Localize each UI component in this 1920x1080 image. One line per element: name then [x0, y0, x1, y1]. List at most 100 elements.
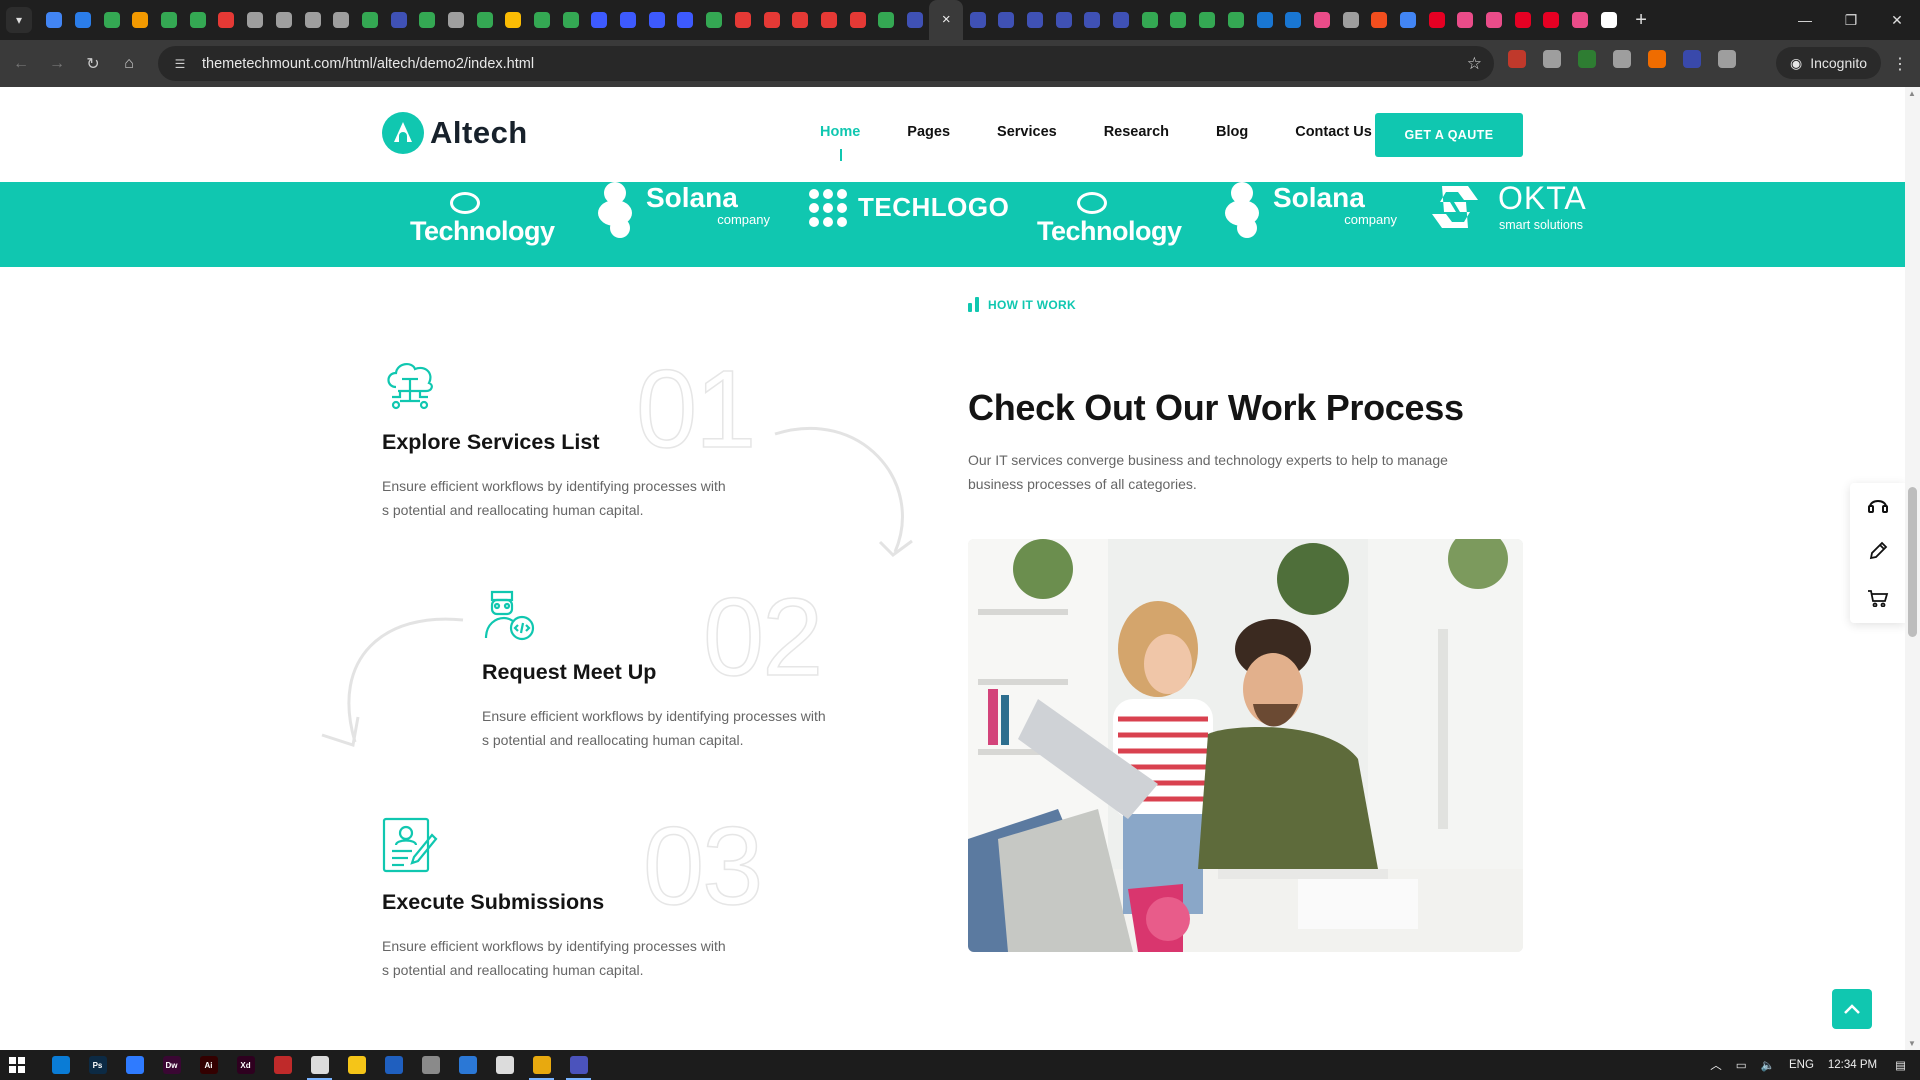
extension-icon-1[interactable]	[1543, 50, 1561, 68]
taskbar-app-5[interactable]: Xd	[227, 1050, 264, 1080]
site-logo[interactable]: Altech	[382, 112, 528, 154]
scroll-down-arrow-icon[interactable]: ▼	[1908, 1039, 1916, 1048]
tray-chevron-icon[interactable]: ︿	[1710, 1057, 1722, 1073]
browser-tab-left-18[interactable]	[556, 0, 585, 40]
taskbar-app-2[interactable]	[116, 1050, 153, 1080]
taskbar-app-9[interactable]	[375, 1050, 412, 1080]
minimize-icon[interactable]: —	[1782, 0, 1828, 40]
browser-tab-right-20[interactable]	[1537, 0, 1566, 40]
browser-tab-left-11[interactable]	[356, 0, 385, 40]
taskbar-app-1[interactable]: Ps	[79, 1050, 116, 1080]
browser-tab-left-29[interactable]	[872, 0, 901, 40]
back-icon[interactable]: ←	[6, 49, 36, 79]
browser-tab-left-23[interactable]	[700, 0, 729, 40]
notification-icon[interactable]: ▤	[1895, 1058, 1906, 1072]
taskbar-app-6[interactable]	[264, 1050, 301, 1080]
scroll-up-arrow-icon[interactable]: ▲	[1908, 89, 1916, 98]
browser-tab-left-20[interactable]	[614, 0, 643, 40]
browser-tab-right-9[interactable]	[1222, 0, 1251, 40]
browser-tab-right-22[interactable]	[1594, 0, 1623, 40]
scrollbar-thumb[interactable]	[1908, 487, 1917, 637]
browser-tab-right-17[interactable]	[1451, 0, 1480, 40]
browser-tab-right-16[interactable]	[1422, 0, 1451, 40]
browser-tab-left-12[interactable]	[384, 0, 413, 40]
language-indicator[interactable]: ENG	[1789, 1059, 1814, 1071]
browser-tab-left-22[interactable]	[671, 0, 700, 40]
forward-icon[interactable]: →	[42, 49, 72, 79]
taskbar-app-4[interactable]: Ai	[190, 1050, 227, 1080]
browser-tab-left-6[interactable]	[212, 0, 241, 40]
browser-tab-left-19[interactable]	[585, 0, 614, 40]
browser-tab-right-11[interactable]	[1279, 0, 1308, 40]
pencil-icon[interactable]	[1868, 541, 1888, 566]
taskbar-app-11[interactable]	[449, 1050, 486, 1080]
browser-tab-left-27[interactable]	[815, 0, 844, 40]
volume-icon[interactable]: 🔈	[1761, 1058, 1775, 1072]
browser-tab-left-28[interactable]	[843, 0, 872, 40]
home-icon[interactable]: ⌂	[114, 49, 144, 79]
browser-tab-right-5[interactable]	[1107, 0, 1136, 40]
reload-icon[interactable]: ↻	[78, 49, 108, 79]
taskbar-app-7[interactable]	[301, 1050, 338, 1080]
browser-tab-left-3[interactable]	[126, 0, 155, 40]
browser-tab-left-2[interactable]	[97, 0, 126, 40]
browser-tab-left-17[interactable]	[528, 0, 557, 40]
taskbar-app-10[interactable]	[412, 1050, 449, 1080]
browser-tab-right-7[interactable]	[1164, 0, 1193, 40]
taskbar-app-3[interactable]: Dw	[153, 1050, 190, 1080]
network-icon[interactable]: ▭	[1736, 1058, 1747, 1072]
bookmark-star-icon[interactable]: ☆	[1467, 54, 1482, 74]
browser-tab-left-9[interactable]	[298, 0, 327, 40]
browser-tab-left-4[interactable]	[155, 0, 184, 40]
nav-link-home[interactable]: Home	[820, 124, 860, 161]
browser-tab-right-4[interactable]	[1078, 0, 1107, 40]
taskbar-app-14[interactable]	[560, 1050, 597, 1080]
extension-icon-3[interactable]	[1613, 50, 1631, 68]
browser-tab-left-15[interactable]	[470, 0, 499, 40]
page-scrollbar[interactable]: ▲ ▼	[1905, 87, 1920, 1050]
browser-tab-left-0[interactable]	[40, 0, 69, 40]
clock[interactable]: 12:34 PM	[1828, 1059, 1877, 1071]
browser-tab-active[interactable]: ×	[929, 0, 964, 40]
close-tab-icon[interactable]: ×	[938, 12, 954, 28]
browser-tab-right-15[interactable]	[1394, 0, 1423, 40]
incognito-badge[interactable]: ◉ Incognito	[1776, 47, 1882, 79]
nav-link-blog[interactable]: Blog	[1216, 124, 1248, 140]
browser-tab-right-8[interactable]	[1193, 0, 1222, 40]
browser-tab-right-3[interactable]	[1049, 0, 1078, 40]
browser-tab-left-8[interactable]	[270, 0, 299, 40]
browser-tab-left-13[interactable]	[413, 0, 442, 40]
back-to-top-button[interactable]	[1832, 989, 1872, 1029]
close-window-icon[interactable]: ✕	[1874, 0, 1920, 40]
restore-icon[interactable]: ❐	[1828, 0, 1874, 40]
extension-icon-0[interactable]	[1508, 50, 1526, 68]
get-quote-button[interactable]: GET A QAUTE	[1375, 113, 1523, 157]
extension-icon-6[interactable]	[1718, 50, 1736, 68]
url-text[interactable]: themetechmount.com/html/altech/demo2/ind…	[202, 56, 534, 72]
browser-tab-right-10[interactable]	[1250, 0, 1279, 40]
browser-tab-left-30[interactable]	[901, 0, 930, 40]
extension-icon-5[interactable]	[1683, 50, 1701, 68]
browser-tab-right-0[interactable]	[963, 0, 992, 40]
windows-start-icon[interactable]	[2, 1050, 32, 1080]
nav-link-contact-us[interactable]: Contact Us	[1295, 124, 1372, 140]
browser-tab-left-26[interactable]	[786, 0, 815, 40]
site-info-icon[interactable]: ☰	[170, 54, 190, 74]
taskbar-app-0[interactable]	[42, 1050, 79, 1080]
browser-tab-left-5[interactable]	[183, 0, 212, 40]
taskbar-app-13[interactable]	[523, 1050, 560, 1080]
browser-tab-right-6[interactable]	[1135, 0, 1164, 40]
extension-icon-4[interactable]	[1648, 50, 1666, 68]
nav-link-research[interactable]: Research	[1104, 124, 1169, 140]
extension-icon-2[interactable]	[1578, 50, 1596, 68]
browser-tab-left-7[interactable]	[241, 0, 270, 40]
browser-menu-icon[interactable]: ⋮	[1892, 54, 1908, 74]
browser-tab-right-19[interactable]	[1508, 0, 1537, 40]
browser-tab-left-1[interactable]	[69, 0, 98, 40]
browser-tab-right-21[interactable]	[1566, 0, 1595, 40]
browser-tab-left-25[interactable]	[757, 0, 786, 40]
browser-tab-right-1[interactable]	[992, 0, 1021, 40]
browser-tab-left-10[interactable]	[327, 0, 356, 40]
taskbar-app-12[interactable]	[486, 1050, 523, 1080]
browser-tab-right-18[interactable]	[1480, 0, 1509, 40]
